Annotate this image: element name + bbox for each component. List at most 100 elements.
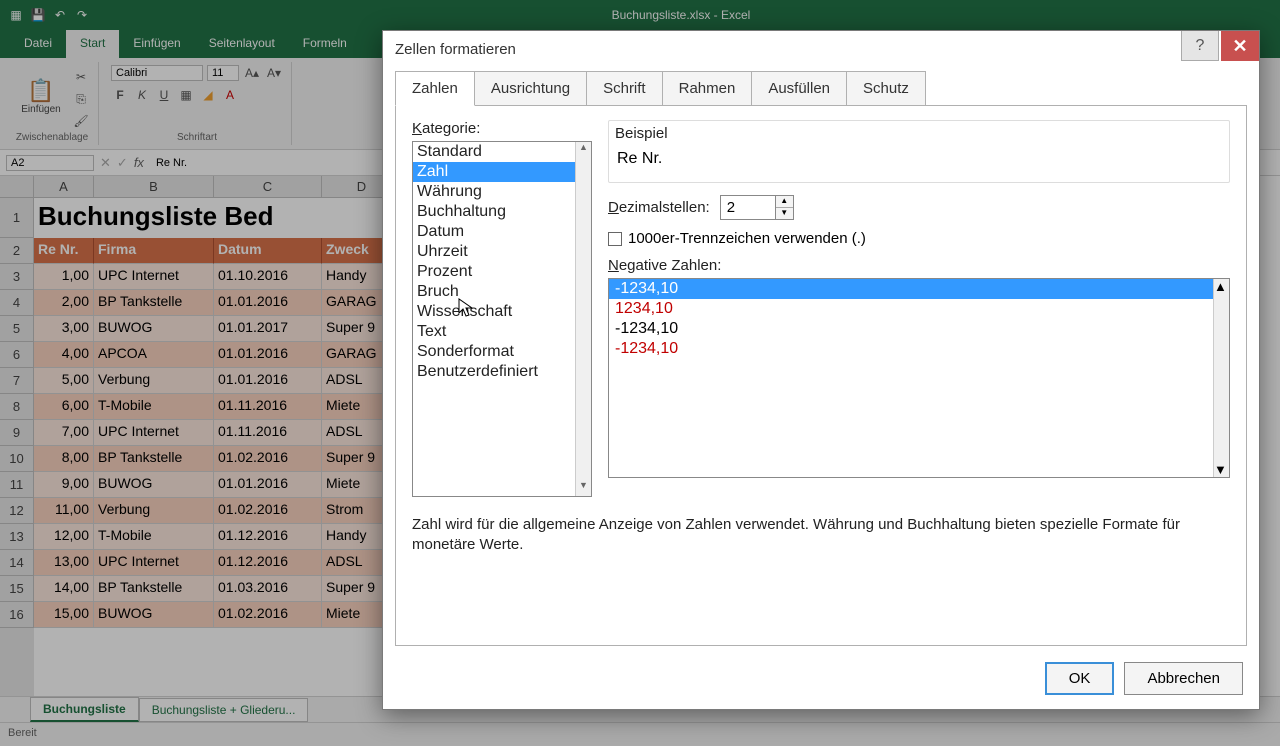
category-item[interactable]: Wissenschaft [413,302,591,322]
category-item[interactable]: Datum [413,222,591,242]
save-icon[interactable]: 💾 [30,7,46,23]
table-cell[interactable]: BP Tankstelle [94,576,214,602]
table-cell[interactable]: 01.01.2016 [214,342,322,368]
table-cell[interactable]: 01.11.2016 [214,420,322,446]
confirm-formula-icon[interactable]: ✓ [117,155,128,171]
column-header[interactable]: B [94,176,214,198]
table-cell[interactable]: 15,00 [34,602,94,628]
table-cell[interactable]: Verbung [94,368,214,394]
scroll-up-icon[interactable]: ▲ [576,142,591,158]
row-header[interactable]: 7 [0,368,34,394]
undo-icon[interactable]: ↶ [52,7,68,23]
italic-icon[interactable]: K [133,86,151,104]
category-item[interactable]: Buchhaltung [413,202,591,222]
category-item[interactable]: Benutzerdefiniert [413,362,591,382]
ribbon-tab-seitenlayout[interactable]: Seitenlayout [195,30,289,58]
table-cell[interactable]: BP Tankstelle [94,446,214,472]
ribbon-tab-datei[interactable]: Datei [10,30,66,58]
table-cell[interactable]: BUWOG [94,602,214,628]
row-header[interactable]: 5 [0,316,34,342]
table-header[interactable]: Datum [214,238,322,264]
table-cell[interactable]: 01.02.2016 [214,498,322,524]
decimal-places-input[interactable] [720,195,776,220]
cut-icon[interactable]: ✂ [72,68,90,86]
copy-icon[interactable]: ⎘ [72,90,90,108]
category-item[interactable]: Währung [413,182,591,202]
paste-button[interactable]: 📋 Einfügen [14,64,68,128]
dialog-tab-ausfüllen[interactable]: Ausfüllen [751,71,847,106]
category-item[interactable]: Sonderformat [413,342,591,362]
table-cell[interactable]: 1,00 [34,264,94,290]
dialog-tab-zahlen[interactable]: Zahlen [395,71,475,106]
category-item[interactable]: Uhrzeit [413,242,591,262]
table-cell[interactable]: 3,00 [34,316,94,342]
row-header[interactable]: 12 [0,498,34,524]
ribbon-tab-einfuegen[interactable]: Einfügen [119,30,194,58]
redo-icon[interactable]: ↷ [74,7,90,23]
table-cell[interactable]: BP Tankstelle [94,290,214,316]
row-header[interactable]: 10 [0,446,34,472]
category-listbox[interactable]: StandardZahlWährungBuchhaltungDatumUhrze… [412,141,592,497]
table-cell[interactable]: UPC Internet [94,420,214,446]
table-header[interactable]: Firma [94,238,214,264]
ribbon-tab-formeln[interactable]: Formeln [289,30,361,58]
row-header[interactable]: 4 [0,290,34,316]
column-header[interactable]: C [214,176,322,198]
row-header[interactable]: 16 [0,602,34,628]
row-header[interactable]: 2 [0,238,34,264]
ok-button[interactable]: OK [1045,662,1115,695]
category-item[interactable]: Zahl [413,162,591,182]
table-cell[interactable]: 6,00 [34,394,94,420]
fill-color-icon[interactable]: ◢ [199,86,217,104]
category-item[interactable]: Standard [413,142,591,162]
table-cell[interactable]: 01.12.2016 [214,524,322,550]
negative-format-item[interactable]: -1234,10 [609,319,1229,339]
table-cell[interactable]: 01.11.2016 [214,394,322,420]
table-cell[interactable]: 14,00 [34,576,94,602]
bold-icon[interactable]: F [111,86,129,104]
table-cell[interactable]: 4,00 [34,342,94,368]
listbox-scrollbar[interactable]: ▲ ▼ [1213,279,1229,477]
table-cell[interactable]: T-Mobile [94,394,214,420]
category-item[interactable]: Text [413,322,591,342]
dialog-tab-schutz[interactable]: Schutz [846,71,926,106]
table-cell[interactable]: UPC Internet [94,264,214,290]
table-cell[interactable]: 5,00 [34,368,94,394]
font-color-icon[interactable]: A [221,86,239,104]
name-box[interactable] [6,155,94,171]
table-cell[interactable]: 8,00 [34,446,94,472]
font-name-input[interactable] [111,65,203,81]
font-size-input[interactable] [207,65,239,81]
thousands-separator-checkbox[interactable]: 1000er-Trennzeichen verwenden (.) [608,230,1230,247]
negative-format-item[interactable]: -1234,10 [609,279,1229,299]
dialog-tab-ausrichtung[interactable]: Ausrichtung [474,71,587,106]
help-button[interactable]: ? [1181,31,1219,61]
row-header[interactable]: 9 [0,420,34,446]
negative-numbers-listbox[interactable]: -1234,101234,10-1234,10-1234,10 ▲ ▼ [608,278,1230,478]
row-header[interactable]: 11 [0,472,34,498]
table-cell[interactable]: 7,00 [34,420,94,446]
table-cell[interactable]: 13,00 [34,550,94,576]
table-cell[interactable]: 01.02.2016 [214,602,322,628]
column-header[interactable]: A [34,176,94,198]
table-cell[interactable]: 12,00 [34,524,94,550]
table-cell[interactable]: 2,00 [34,290,94,316]
scroll-up-icon[interactable]: ▲ [1214,279,1229,294]
table-cell[interactable]: T-Mobile [94,524,214,550]
table-cell[interactable]: UPC Internet [94,550,214,576]
cancel-formula-icon[interactable]: ✕ [100,155,111,171]
listbox-scrollbar[interactable]: ▲ ▼ [575,142,591,496]
row-header[interactable]: 13 [0,524,34,550]
table-cell[interactable]: 01.01.2016 [214,290,322,316]
fx-icon[interactable]: fx [134,155,144,170]
table-cell[interactable]: APCOA [94,342,214,368]
decimal-places-spinner[interactable]: ▲ ▼ [720,195,794,220]
row-header[interactable]: 8 [0,394,34,420]
format-painter-icon[interactable]: 🖌 [72,112,90,130]
table-cell[interactable]: 01.03.2016 [214,576,322,602]
spin-up-icon[interactable]: ▲ [776,196,793,208]
table-cell[interactable]: 01.10.2016 [214,264,322,290]
row-header[interactable]: 14 [0,550,34,576]
scroll-down-icon[interactable]: ▼ [576,480,591,496]
table-cell[interactable]: 01.12.2016 [214,550,322,576]
